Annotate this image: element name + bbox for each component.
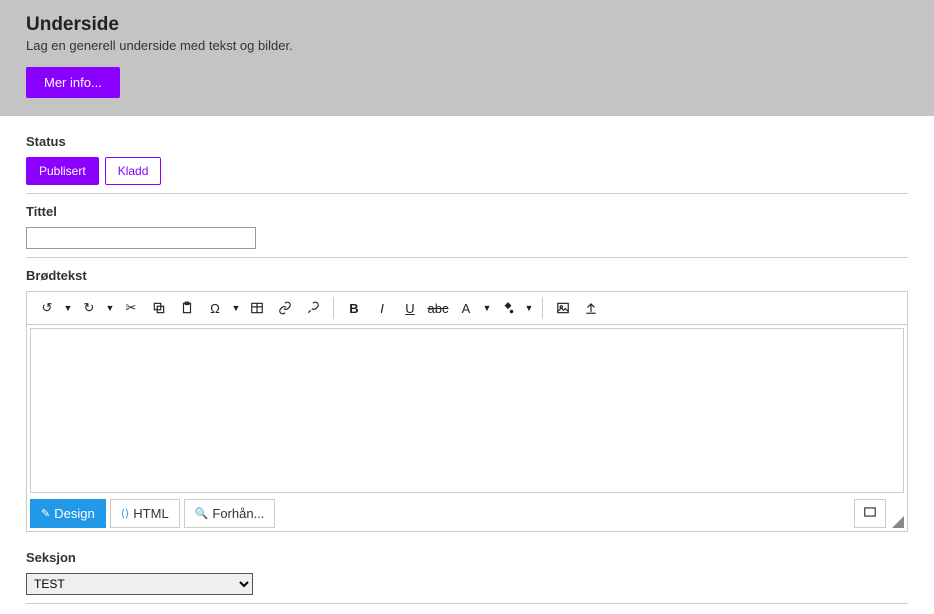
fullscreen-button[interactable] [854, 499, 886, 528]
undo-icon[interactable]: ↺ [35, 297, 59, 319]
bg-color-icon[interactable] [496, 297, 520, 319]
body-label: Brødtekst [26, 268, 908, 283]
body-field-group: Brødtekst ↺ ▼ ↻ ▼ ✂ Ω ▼ [26, 268, 908, 540]
status-published-button[interactable]: Publisert [26, 157, 99, 185]
more-info-button[interactable]: Mer info... [26, 67, 120, 98]
pencil-icon: ✎ [41, 507, 50, 520]
section-label: Seksjon [26, 550, 908, 565]
font-color-dropdown-icon[interactable]: ▼ [482, 297, 492, 319]
copy-icon[interactable] [147, 297, 171, 319]
image-icon[interactable] [551, 297, 575, 319]
unlink-icon[interactable] [301, 297, 325, 319]
tab-design[interactable]: ✎ Design [30, 499, 106, 528]
status-label: Status [26, 134, 908, 149]
upload-icon[interactable] [579, 297, 603, 319]
cut-icon[interactable]: ✂ [119, 297, 143, 319]
font-color-icon[interactable]: A [454, 297, 478, 319]
bold-icon[interactable]: B [342, 297, 366, 319]
page-subtitle: Lag en generell underside med tekst og b… [26, 38, 908, 53]
tab-html-label: HTML [133, 506, 168, 521]
status-draft-button[interactable]: Kladd [105, 157, 162, 185]
title-input[interactable] [26, 227, 256, 249]
bg-color-dropdown-icon[interactable]: ▼ [524, 297, 534, 319]
tab-preview-label: Forhån... [212, 506, 264, 521]
tab-design-label: Design [54, 506, 94, 521]
table-icon[interactable] [245, 297, 269, 319]
tab-preview[interactable]: 🔍 Forhån... [184, 499, 276, 528]
page-title: Underside [26, 14, 908, 36]
status-field: Status Publisert Kladd [26, 134, 908, 194]
magnifier-icon: 🔍 [195, 507, 209, 520]
paste-icon[interactable] [175, 297, 199, 319]
redo-dropdown-icon[interactable]: ▼ [105, 297, 115, 319]
italic-icon[interactable]: I [370, 297, 394, 319]
strikethrough-icon[interactable]: abc [426, 297, 450, 319]
code-icon: ⟨⟩ [121, 507, 130, 520]
link-icon[interactable] [273, 297, 297, 319]
undo-dropdown-icon[interactable]: ▼ [63, 297, 73, 319]
section-field-group: Seksjon TEST [26, 550, 908, 604]
tab-html[interactable]: ⟨⟩ HTML [110, 499, 180, 528]
resize-handle-icon[interactable] [892, 516, 904, 528]
title-field-group: Tittel [26, 204, 908, 258]
rich-text-editor: ↺ ▼ ↻ ▼ ✂ Ω ▼ [26, 291, 908, 532]
editor-toolbar: ↺ ▼ ↻ ▼ ✂ Ω ▼ [27, 292, 907, 325]
omega-icon[interactable]: Ω [203, 297, 227, 319]
editor-content-area[interactable] [30, 328, 904, 493]
underline-icon[interactable]: U [398, 297, 422, 319]
title-label: Tittel [26, 204, 908, 219]
redo-icon[interactable]: ↻ [77, 297, 101, 319]
section-select[interactable]: TEST [26, 573, 253, 595]
header-banner: Underside Lag en generell underside med … [0, 0, 934, 116]
omega-dropdown-icon[interactable]: ▼ [231, 297, 241, 319]
